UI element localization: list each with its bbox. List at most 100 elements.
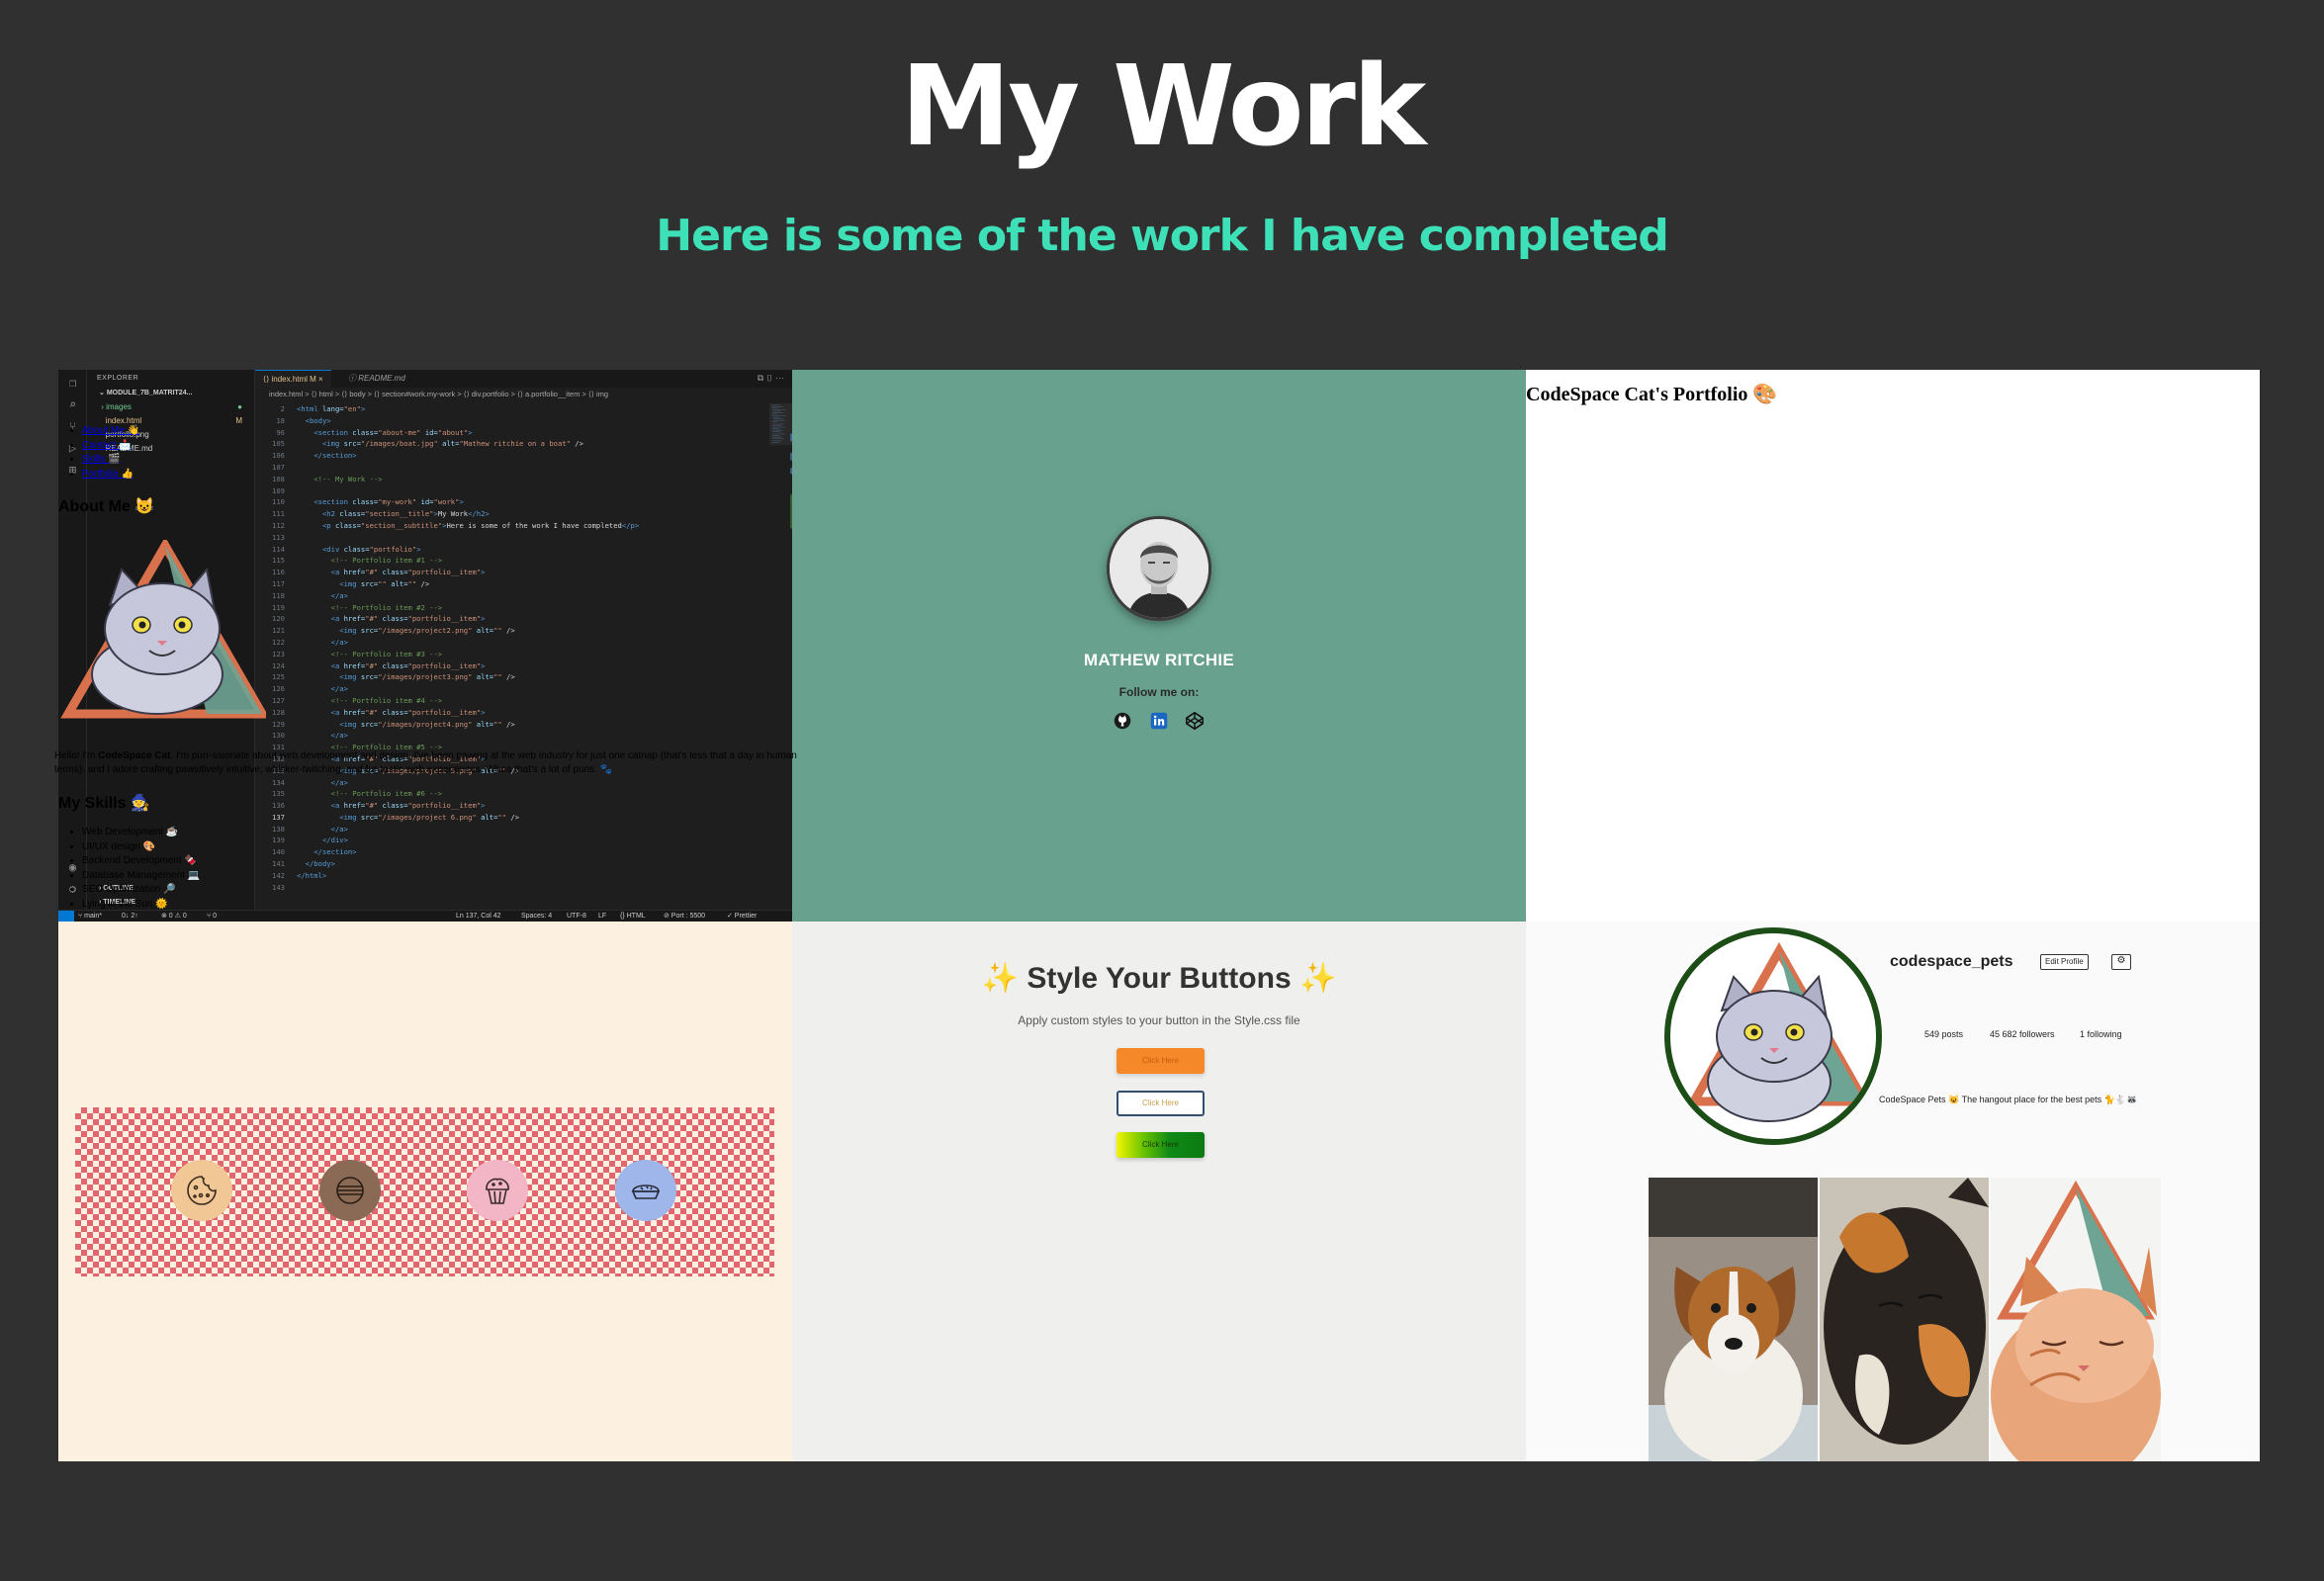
buttons-title: ✨ Style Your Buttons ✨ — [981, 962, 1337, 995]
line-number: 18 — [276, 415, 285, 425]
line-text: <p class="section__subtitle">Here is som… — [321, 520, 640, 530]
code-line: 142 </html> — [255, 870, 769, 882]
nav-link-skills[interactable]: Skills 🎬 — [82, 454, 121, 465]
code-line: 116 <a href="#" class="portfolio__item"> — [255, 567, 769, 578]
post-photo-calico[interactable] — [1820, 1178, 1989, 1461]
line-text: <img src="/images/project 6.png" alt="" … — [339, 812, 520, 822]
macaron-icon[interactable] — [319, 1160, 381, 1221]
minimap — [769, 403, 792, 529]
code-line: 129 <img src="/images/project4.png" alt=… — [255, 719, 769, 731]
gradient-button[interactable]: Click Here — [1117, 1132, 1205, 1158]
code-line: 112 <p class="section__subtitle">Here is… — [255, 520, 769, 532]
code-line: 135 <!-- Portfolio item #6 --> — [255, 788, 769, 800]
line-text: <img src="/images/project4.png" alt="" /… — [339, 719, 515, 729]
code-line: 136 <a href="#" class="portfolio__item"> — [255, 800, 769, 812]
nav-link-contact[interactable]: Contact 📩 — [82, 440, 132, 451]
following-count: 1 following — [2080, 1029, 2122, 1039]
search-icon: ⌕ — [68, 397, 77, 411]
edit-profile-button[interactable]: Edit Profile — [2040, 954, 2089, 970]
line-text: <section class="my-work" id="work"> — [313, 497, 464, 507]
code-line: 105 <img src="/images/boat.jpg" alt="Mat… — [255, 438, 769, 450]
linkedin-icon[interactable] — [1148, 710, 1170, 732]
line-text: <img src="/images/boat.jpg" alt="Mathew … — [321, 439, 583, 449]
status-branch: ⑂ main* — [78, 913, 103, 920]
line-number: 111 — [272, 509, 285, 519]
line-number: 110 — [272, 497, 285, 507]
code-line: 106 </section> — [255, 450, 769, 462]
code-line: 111 <h2 class="section__title">My Work</… — [255, 508, 769, 520]
line-number: 108 — [272, 474, 285, 483]
code-line: 127 <!-- Portfolio item #4 --> — [255, 695, 769, 707]
nav-link-portfolio[interactable]: Portfolio 👍 — [82, 469, 134, 480]
nav-link-about[interactable]: About Me 👋 — [82, 425, 139, 436]
explorer-label: EXPLORER — [97, 375, 139, 382]
plain-page-title: CodeSpace Cat's Portfolio 🎨 — [1526, 384, 1778, 405]
cat-logo — [60, 540, 266, 719]
line-text: <!-- Portfolio item #6 --> — [297, 789, 443, 799]
status-eol: LF — [598, 913, 607, 920]
skill-item: Backend Development 🍫 — [82, 854, 200, 869]
line-number: 134 — [272, 777, 285, 787]
github-icon[interactable] — [1112, 710, 1133, 732]
line-text: <a href="#" class="portfolio__item"> — [330, 660, 486, 670]
skill-item: Database Management 💻 — [82, 869, 200, 884]
skills-list: Web Development ☕ UI/UX design 🎨 Backend… — [72, 826, 200, 912]
cat-logo — [1686, 941, 1872, 1122]
portfolio-item-6[interactable]: codespace_pets Edit Profile ⚙ 549 posts … — [1526, 922, 2260, 1461]
settings-gear-icon[interactable]: ⚙ — [2111, 954, 2131, 970]
outline-button[interactable]: Click Here — [1117, 1091, 1205, 1116]
code-line: 123 <!-- Portfolio item #3 --> — [255, 649, 769, 660]
portfolio-item-3[interactable]: CodeSpace Cat's Portfolio 🎨 — [1526, 370, 2260, 922]
line-text: </a> — [330, 824, 348, 834]
line-number: 135 — [272, 789, 285, 799]
codepen-icon[interactable] — [1184, 710, 1206, 732]
post-photo-ginger[interactable] — [1991, 1178, 2161, 1461]
line-text: <!-- My Work --> — [297, 474, 383, 483]
pets-avatar — [1664, 927, 1882, 1145]
status-position: Ln 137, Col 42 — [456, 913, 501, 920]
project-folder: ⌄ MODULE_7B_MATRIT24... — [99, 390, 193, 396]
status-problems: ⊗ 0 ⚠ 0 — [161, 913, 187, 920]
muffin-icon[interactable] — [467, 1160, 528, 1221]
line-text: <a href="#" class="portfolio__item"> — [330, 801, 486, 811]
code-line: 108 <!-- My Work --> — [255, 474, 769, 485]
line-text: <section class="about-me" id="about"> — [313, 427, 473, 437]
tab-index-html: ⟨⟩ index.html M × — [255, 370, 331, 388]
nav-item: Portfolio 👍 — [82, 468, 139, 483]
code-line: 107 — [255, 462, 769, 474]
line-number: 136 — [272, 801, 285, 811]
code-line: 126 </a> — [255, 683, 769, 695]
skill-item: UI/UX design 🎨 — [82, 840, 200, 855]
line-text: <a href="#" class="portfolio__item"> — [330, 614, 486, 624]
cookie-icon[interactable] — [171, 1160, 232, 1221]
code-line: 121 <img src="/images/project2.png" alt=… — [255, 625, 769, 637]
orange-button[interactable]: Click Here — [1117, 1048, 1205, 1074]
breadcrumb: index.html > ⟨⟩ html > ⟨⟩ body > ⟨⟩ sect… — [269, 390, 609, 398]
post-photo-dog[interactable] — [1649, 1178, 1818, 1461]
followers-count: 45 682 followers — [1990, 1029, 2055, 1039]
portfolio-item-4[interactable] — [58, 922, 792, 1461]
person-photo — [1110, 519, 1208, 618]
line-number: 138 — [272, 824, 285, 834]
line-number: 112 — [272, 520, 285, 530]
skill-item: SEO Optimization 🔎 — [82, 883, 200, 898]
code-line: 128 <a href="#" class="portfolio__item"> — [255, 707, 769, 719]
portfolio-item-5[interactable]: ✨ Style Your Buttons ✨ Apply custom styl… — [792, 922, 1526, 1461]
portfolio-item-2[interactable]: MATHEW RITCHIE Follow me on: — [792, 370, 1526, 922]
code-line: 143 — [255, 882, 769, 894]
status-port: ⊘ Port : 5500 — [664, 913, 706, 920]
buttons-subtitle: Apply custom styles to your button in th… — [1018, 1013, 1300, 1027]
line-text: </a> — [330, 637, 348, 647]
code-line: 18 <body> — [255, 415, 769, 427]
line-text: <!-- Portfolio item #4 --> — [297, 695, 443, 705]
line-number: 140 — [272, 847, 285, 857]
code-line: 115 <!-- Portfolio item #1 --> — [255, 555, 769, 567]
line-text: <a href="#" class="portfolio__item"> — [330, 568, 486, 577]
pie-icon[interactable] — [615, 1160, 676, 1221]
line-number: 130 — [272, 731, 285, 741]
line-number: 96 — [276, 427, 285, 437]
about-heading: About Me 😺 — [58, 498, 155, 515]
code-area: 2 <html lang="en"> 18 <body> 96 <section cl… — [255, 403, 769, 910]
line-text: <!-- Portfolio item #3 --> — [297, 649, 443, 659]
pets-bio: CodeSpace Pets 😺 The hangout place for t… — [1879, 1095, 2138, 1104]
